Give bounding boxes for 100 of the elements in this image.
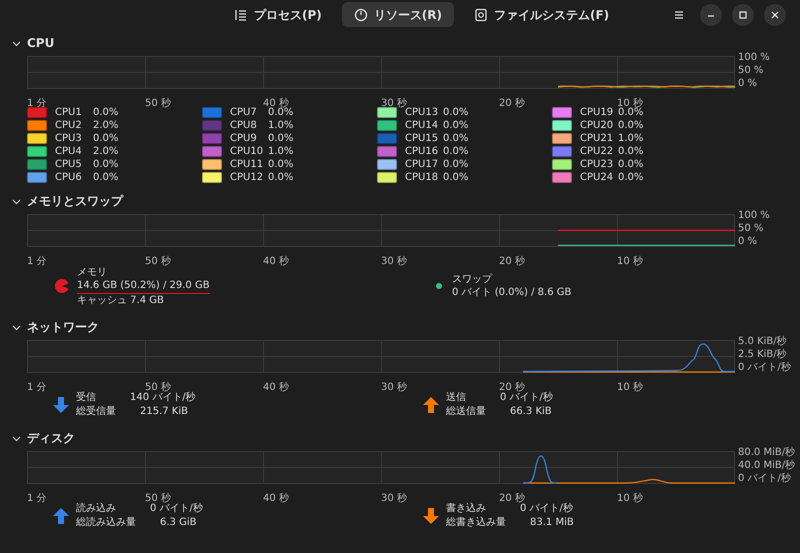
chevron-icon[interactable] [12, 38, 21, 48]
stat-label: 総読み込み量 [76, 516, 136, 530]
cpu-label: CPU8 [230, 119, 258, 133]
cpu-label: CPU24 [580, 171, 614, 185]
color-swatch[interactable] [552, 120, 572, 131]
cpu-label: CPU3 [55, 132, 83, 146]
cpu-value: 1.0% [618, 132, 644, 146]
memory-label: メモリ [77, 266, 108, 278]
axis-label: 20 秒 [499, 98, 525, 109]
stat-label: 総書き込み量 [446, 516, 506, 530]
color-swatch[interactable] [377, 159, 397, 170]
cpu-value: 0.0% [443, 145, 468, 159]
close-icon [771, 11, 779, 19]
stat-label: 送信 [446, 391, 467, 405]
stat-label: 総受信量 [76, 405, 116, 419]
color-swatch[interactable] [202, 146, 222, 157]
color-swatch[interactable] [552, 133, 572, 144]
gauge-icon [354, 8, 368, 22]
chevron-icon[interactable] [12, 196, 21, 206]
axis-label: 10 秒 [617, 493, 643, 504]
cpu-value: 2.0% [93, 145, 118, 159]
cpu-value: 2.0% [93, 119, 118, 133]
color-swatch[interactable] [202, 120, 222, 131]
cpu-label: CPU16 [405, 145, 440, 159]
cpu-value: 0.0% [618, 171, 644, 185]
menu-icon [674, 10, 684, 20]
color-swatch[interactable] [377, 107, 397, 118]
cpu-value: 0.0% [443, 171, 468, 185]
section-title[interactable]: CPU [27, 34, 54, 52]
chevron-icon[interactable] [12, 434, 21, 442]
color-swatch[interactable] [552, 172, 572, 183]
section-title[interactable]: ネットワーク [27, 318, 99, 336]
cpu-label: CPU10 [230, 145, 264, 159]
axis-label: 30 秒 [381, 382, 407, 393]
section-title[interactable]: ディスク [27, 429, 75, 447]
cache-text: キャッシュ 7.4 GB [77, 294, 165, 306]
axis-label: 50 % [738, 66, 764, 76]
color-swatch[interactable] [27, 120, 47, 131]
color-swatch[interactable] [552, 146, 572, 157]
color-swatch[interactable] [27, 146, 47, 157]
color-swatch[interactable] [552, 159, 572, 170]
color-swatch[interactable] [377, 172, 397, 183]
axis-label: 0 % [738, 237, 758, 247]
axis-label: 40 秒 [263, 256, 289, 267]
cpu-value: 0.0% [443, 132, 468, 146]
stat-value: 66.3 KiB [509, 405, 553, 419]
minimize-button[interactable] [700, 4, 722, 26]
axis-label: 1 分 [27, 256, 47, 267]
usage-text: 14.6 GB (50.2%) / 29.0 GB [77, 278, 210, 294]
axis-label: 30 秒 [381, 256, 407, 267]
cpu-value: 0.0% [443, 106, 468, 120]
color-swatch[interactable] [202, 133, 222, 144]
cpu-value: 1.0% [268, 145, 294, 159]
color-swatch[interactable] [27, 159, 47, 170]
color-swatch[interactable] [377, 146, 397, 157]
color-swatch[interactable] [27, 172, 47, 183]
axis-label: 10 秒 [617, 98, 643, 109]
axis-label: 10 秒 [617, 256, 643, 267]
cpu-label: CPU22 [580, 145, 614, 159]
cpu-value: 0.0% [443, 158, 468, 172]
axis-label: 100 % [738, 53, 770, 63]
section-title[interactable]: メモリとスワップ [27, 192, 123, 210]
stat-value: 0 バイト/秒 [520, 502, 574, 516]
stat-value: 83.1 MiB [529, 516, 574, 530]
tab[interactable]: リソース(R) [342, 2, 454, 27]
axis-label: 40 秒 [263, 382, 289, 393]
close-button[interactable] [764, 4, 786, 26]
stat-value: 140 バイト/秒 [130, 392, 196, 405]
cpu-label: CPU9 [230, 132, 258, 146]
color-swatch[interactable] [202, 107, 222, 118]
cpu-label: CPU15 [405, 132, 440, 146]
color-swatch[interactable] [377, 133, 397, 144]
axis-label: 30 秒 [381, 98, 407, 109]
color-swatch[interactable] [552, 107, 572, 118]
cpu-value: 0.0% [93, 158, 118, 172]
cpu-label: CPU2 [55, 119, 83, 133]
stat-label: 総送信量 [446, 405, 486, 419]
tab[interactable]: プロセス(P) [222, 2, 334, 27]
axis-label: 0 バイト/秒 [738, 363, 791, 373]
list-icon [234, 8, 248, 22]
axis-label: 20 秒 [499, 256, 525, 267]
axis-label: 100 % [738, 211, 770, 221]
axis-label: 80.0 MiB/秒 [738, 448, 796, 458]
chevron-icon[interactable] [12, 322, 21, 332]
maximize-button[interactable] [732, 4, 754, 26]
stat-value: 0 バイト/秒 [150, 502, 203, 516]
cpu-label: CPU1 [55, 106, 83, 120]
tab[interactable]: ファイルシステム(F) [462, 2, 622, 27]
color-swatch[interactable] [202, 172, 222, 183]
maximize-icon [739, 11, 747, 19]
axis-label: 30 秒 [381, 493, 407, 504]
cpu-label: CPU17 [405, 158, 440, 172]
color-swatch[interactable] [377, 120, 397, 131]
cpu-label: CPU19 [580, 106, 614, 120]
cpu-value: 0.0% [268, 132, 294, 146]
stat-value: 6.3 GiB [159, 516, 198, 530]
color-swatch[interactable] [202, 159, 222, 170]
color-swatch[interactable] [27, 133, 47, 144]
color-swatch[interactable] [27, 107, 47, 118]
cpu-label: CPU12 [230, 171, 264, 185]
